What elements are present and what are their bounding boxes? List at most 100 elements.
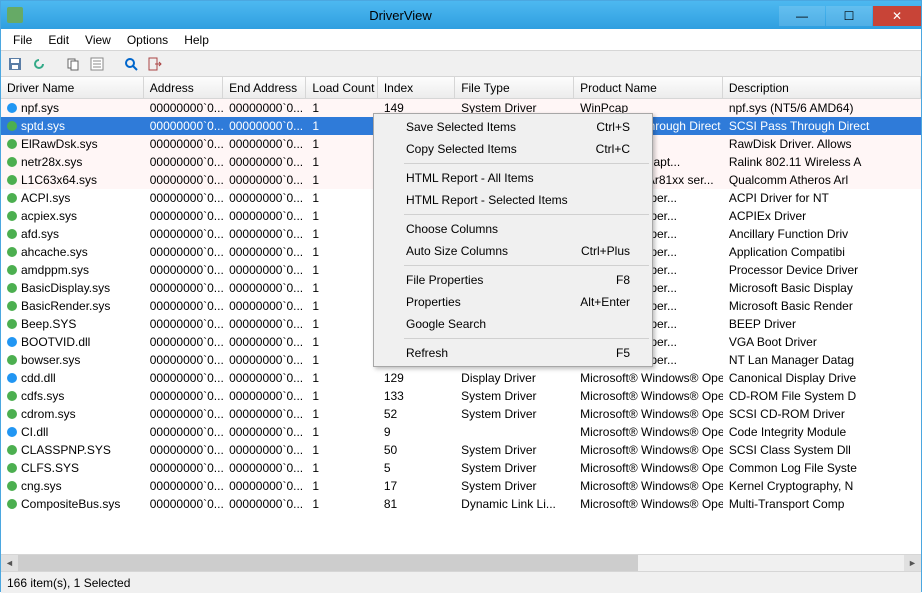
cell: 00000000`0... <box>223 353 306 367</box>
cell: 129 <box>378 371 455 385</box>
cell: ACPI Driver for NT <box>723 191 921 205</box>
save-icon[interactable] <box>5 54 25 74</box>
table-row[interactable]: CompositeBus.sys00000000`0...00000000`0.… <box>1 495 921 513</box>
ctx-html-report-all-items[interactable]: HTML Report - All Items <box>376 167 650 189</box>
col-product-name[interactable]: Product Name <box>574 77 723 99</box>
driver-status-icon <box>7 481 17 491</box>
cell: RawDisk Driver. Allows <box>723 137 921 151</box>
col-file-type[interactable]: File Type <box>455 77 574 99</box>
copy-icon[interactable] <box>63 54 83 74</box>
col-address[interactable]: Address <box>144 77 223 99</box>
cell: SCSI Pass Through Direct <box>723 119 921 133</box>
cell: 00000000`0... <box>223 317 306 331</box>
cell: 00000000`0... <box>144 389 223 403</box>
driver-status-icon <box>7 265 17 275</box>
cell: 1 <box>306 335 377 349</box>
table-row[interactable]: CLASSPNP.SYS00000000`0...00000000`0...15… <box>1 441 921 459</box>
ctx-choose-columns[interactable]: Choose Columns <box>376 218 650 240</box>
cell: 00000000`0... <box>223 335 306 349</box>
scroll-right-arrow[interactable]: ► <box>904 555 921 572</box>
col-end-address[interactable]: End Address <box>223 77 306 99</box>
table-row[interactable]: cdd.dll00000000`0...00000000`0...1129Dis… <box>1 369 921 387</box>
ctx-html-report-selected-items[interactable]: HTML Report - Selected Items <box>376 189 650 211</box>
horizontal-scrollbar[interactable]: ◄ ► <box>1 554 921 571</box>
cell: 00000000`0... <box>223 281 306 295</box>
cell: Dynamic Link Li... <box>455 497 574 511</box>
context-separator <box>404 338 649 339</box>
ctx-file-properties[interactable]: File PropertiesF8 <box>376 269 650 291</box>
cell: 00000000`0... <box>144 479 223 493</box>
menu-help[interactable]: Help <box>176 31 217 49</box>
driver-list[interactable]: npf.sys00000000`0...00000000`0...1149Sys… <box>1 99 921 571</box>
ctx-copy-selected-items[interactable]: Copy Selected ItemsCtrl+C <box>376 138 650 160</box>
cell: 1 <box>306 461 377 475</box>
close-button[interactable]: ✕ <box>873 6 921 26</box>
col-description[interactable]: Description <box>723 77 921 99</box>
cell: CLASSPNP.SYS <box>1 443 144 457</box>
maximize-button[interactable]: ☐ <box>826 6 872 26</box>
cell: BasicRender.sys <box>1 299 144 313</box>
cell: 1 <box>306 245 377 259</box>
ctx-item-shortcut: F5 <box>616 346 630 360</box>
properties-icon[interactable] <box>87 54 107 74</box>
col-load-count[interactable]: Load Count <box>306 77 377 99</box>
table-row[interactable]: cng.sys00000000`0...00000000`0...117Syst… <box>1 477 921 495</box>
cell: Ralink 802.11 Wireless A <box>723 155 921 169</box>
menu-edit[interactable]: Edit <box>40 31 77 49</box>
table-row[interactable]: CLFS.SYS00000000`0...00000000`0...15Syst… <box>1 459 921 477</box>
ctx-google-search[interactable]: Google Search <box>376 313 650 335</box>
cell: Qualcomm Atheros Arl <box>723 173 921 187</box>
driver-status-icon <box>7 373 17 383</box>
menu-view[interactable]: View <box>77 31 119 49</box>
cell: Ancillary Function Driv <box>723 227 921 241</box>
table-row[interactable]: CI.dll00000000`0...00000000`0...19Micros… <box>1 423 921 441</box>
ctx-item-label: Auto Size Columns <box>406 244 508 258</box>
scroll-track[interactable] <box>18 555 904 572</box>
cell: 00000000`0... <box>144 497 223 511</box>
cell: 00000000`0... <box>144 425 223 439</box>
ctx-auto-size-columns[interactable]: Auto Size Columns Ctrl+Plus <box>376 240 650 262</box>
cell: SCSI Class System Dll <box>723 443 921 457</box>
driver-status-icon <box>7 391 17 401</box>
exit-icon[interactable] <box>145 54 165 74</box>
ctx-refresh[interactable]: RefreshF5 <box>376 342 650 364</box>
ctx-item-label: Save Selected Items <box>406 120 516 134</box>
table-row[interactable]: cdfs.sys00000000`0...00000000`0...1133Sy… <box>1 387 921 405</box>
driver-status-icon <box>7 337 17 347</box>
cell: System Driver <box>455 479 574 493</box>
cell: 9 <box>378 425 455 439</box>
cell: 00000000`0... <box>223 407 306 421</box>
driver-status-icon <box>7 427 17 437</box>
table-row[interactable]: cdrom.sys00000000`0...00000000`0...152Sy… <box>1 405 921 423</box>
cell: 00000000`0... <box>144 461 223 475</box>
cell: bowser.sys <box>1 353 144 367</box>
toolbar <box>1 51 921 77</box>
driver-status-icon <box>7 355 17 365</box>
ctx-item-shortcut: Ctrl+Plus <box>581 244 630 258</box>
refresh-icon[interactable] <box>29 54 49 74</box>
cell: VGA Boot Driver <box>723 335 921 349</box>
cell: 1 <box>306 317 377 331</box>
scroll-left-arrow[interactable]: ◄ <box>1 555 18 572</box>
menu-options[interactable]: Options <box>119 31 176 49</box>
menu-file[interactable]: File <box>5 31 40 49</box>
cell: Microsoft® Windows® Oper... <box>574 371 723 385</box>
minimize-button[interactable]: — <box>779 6 825 26</box>
cell: 00000000`0... <box>223 497 306 511</box>
cell: 00000000`0... <box>223 191 306 205</box>
cell: 1 <box>306 101 377 115</box>
titlebar[interactable]: DriverView — ☐ ✕ <box>1 1 921 29</box>
cell: 1 <box>306 371 377 385</box>
col-driver-name[interactable]: Driver Name <box>1 77 144 99</box>
find-icon[interactable] <box>121 54 141 74</box>
ctx-save-selected-items[interactable]: Save Selected ItemsCtrl+S <box>376 116 650 138</box>
cell: acpiex.sys <box>1 209 144 223</box>
cell: 1 <box>306 263 377 277</box>
ctx-properties[interactable]: PropertiesAlt+Enter <box>376 291 650 313</box>
cell: 00000000`0... <box>144 299 223 313</box>
driver-status-icon <box>7 247 17 257</box>
context-separator <box>404 163 649 164</box>
scroll-thumb[interactable] <box>18 555 638 572</box>
col-index[interactable]: Index <box>378 77 455 99</box>
cell: 1 <box>306 173 377 187</box>
